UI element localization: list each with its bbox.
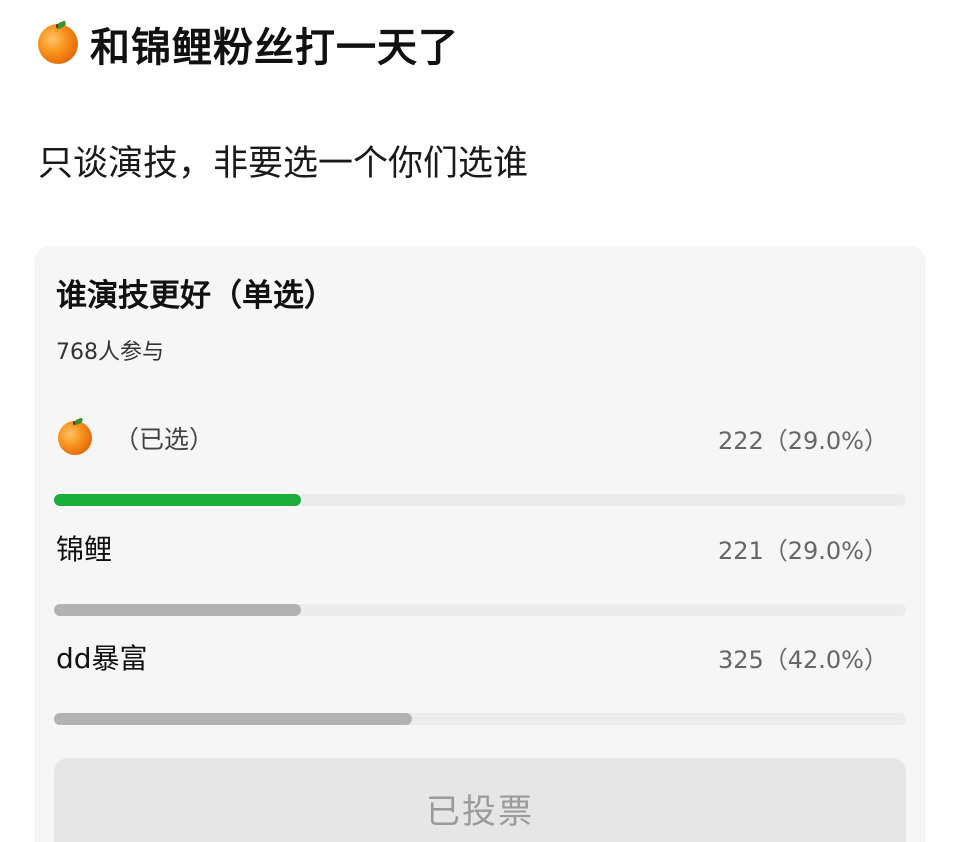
poll-result-bar: [54, 604, 906, 616]
poll-result-bar-fill: [54, 494, 302, 506]
tangerine-icon: [38, 23, 78, 64]
poll-option-count: 325（42.0%）: [717, 645, 888, 674]
poll-result-bar: [54, 713, 906, 725]
poll-option-label: （已选）: [56, 414, 214, 462]
post-body-text: 只谈演技，非要选一个你们选谁: [38, 143, 529, 184]
poll-result-bar-fill: [54, 604, 302, 616]
poll-option-count: 221（29.0%）: [717, 536, 888, 565]
post-page: 和锦鲤粉丝打一天了 只谈演技，非要选一个你们选谁 谁演技更好（单选） 768人参…: [0, 0, 960, 842]
poll-question: 谁演技更好（单选）: [56, 278, 335, 314]
voted-button[interactable]: 已投票: [54, 758, 906, 842]
poll-option-count: 222（29.0%）: [717, 426, 888, 455]
poll-option-3[interactable]: dd暴富 325（42.0%）: [54, 633, 906, 725]
poll-option-label: dd暴富: [56, 642, 148, 675]
poll-result-bar: [54, 494, 906, 506]
tangerine-icon: [58, 420, 92, 455]
selected-tag: （已选）: [114, 425, 215, 454]
poll-option-2[interactable]: 锦鲤 221（29.0%）: [54, 524, 906, 616]
poll-participant-count: 768人参与: [56, 340, 164, 365]
post-title: 和锦鲤粉丝打一天了: [38, 14, 459, 74]
poll-option-1[interactable]: （已选） 222（29.0%）: [54, 414, 906, 506]
poll-option-label: 锦鲤: [56, 533, 113, 566]
post-title-text: 和锦鲤粉丝打一天了: [90, 25, 459, 71]
poll-result-bar-fill: [54, 713, 412, 725]
poll-card: 谁演技更好（单选） 768人参与 （已选） 222（29.0%） 锦鲤 221（…: [34, 246, 926, 842]
